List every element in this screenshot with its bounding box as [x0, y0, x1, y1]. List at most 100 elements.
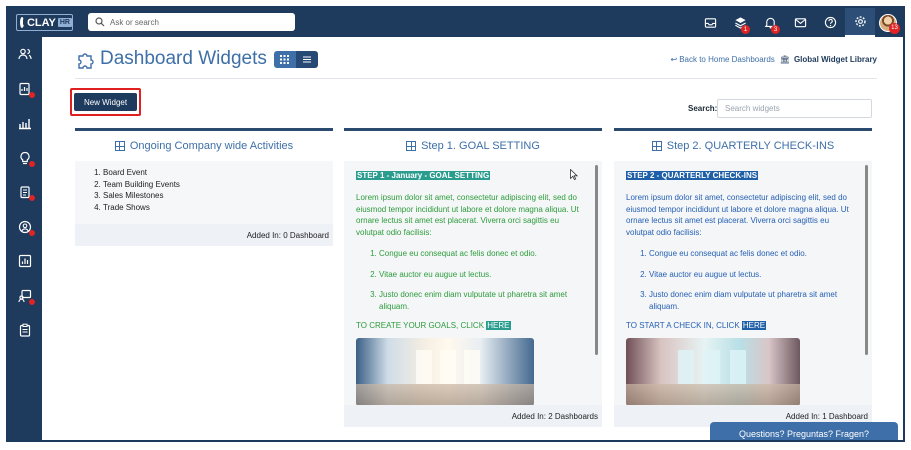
inbox-button[interactable] — [695, 8, 725, 37]
office-lobby-image — [356, 338, 534, 405]
window-shape — [730, 350, 746, 384]
list-item: Vitae auctor eu augue ut lectus. — [649, 269, 858, 281]
sidebar-item-reports[interactable] — [8, 72, 42, 107]
cta-text: TO CREATE YOUR GOALS, CLICK — [356, 321, 485, 330]
cta-here-link[interactable]: HERE — [741, 321, 767, 330]
sidebar-item-people[interactable] — [8, 37, 42, 72]
logo-suffix: HR — [57, 18, 72, 27]
notifications-button[interactable]: 3 — [755, 8, 785, 37]
notification-dot — [29, 91, 35, 98]
window-shape — [440, 350, 456, 384]
list-icon — [302, 56, 311, 62]
card-heading: STEP 1 - January - GOAL SETTING — [356, 171, 491, 180]
activity-list: Board Event Team Building Events Sales M… — [75, 161, 333, 213]
clipboard-icon — [19, 323, 31, 337]
list-view-button[interactable] — [295, 50, 318, 68]
notification-dot — [29, 298, 35, 305]
sidebar-item-documents[interactable] — [8, 175, 42, 210]
search-icon — [95, 17, 105, 27]
list-item: Board Event — [103, 167, 333, 179]
widget-grid-icon — [406, 141, 417, 151]
grid-icon — [280, 54, 290, 64]
avatar-badge: 13 — [889, 22, 900, 34]
logo-text: CLAY — [26, 16, 56, 29]
meeting-room-image — [626, 338, 800, 405]
global-widget-library-link[interactable]: Global Widget Library — [794, 55, 877, 64]
page-title: Dashboard Widgets — [100, 48, 267, 69]
widget-card-ongoing-activities[interactable]: Ongoing Company wide Activities Board Ev… — [75, 128, 333, 246]
floor-shape — [626, 384, 800, 405]
notification-dot — [29, 160, 35, 167]
new-widget-button[interactable]: New Widget — [74, 93, 137, 111]
back-arrow-icon: ↩ — [670, 55, 678, 64]
card-title-text: Ongoing Company wide Activities — [129, 140, 294, 152]
notifications-badge: 3 — [771, 25, 780, 34]
settings-button[interactable] — [845, 8, 875, 37]
window-shape — [678, 350, 694, 384]
help-button[interactable] — [815, 8, 845, 37]
puzzle-icon — [78, 53, 94, 69]
sidebar-item-analytics[interactable] — [8, 106, 42, 141]
card-body: STEP 1 - January - GOAL SETTING Lorem ip… — [344, 161, 602, 405]
sidebar-item-goals[interactable] — [8, 141, 42, 176]
search-label: Search: — [688, 104, 718, 113]
sidebar-item-clipboard[interactable] — [8, 313, 42, 348]
global-search-input[interactable]: Ask or search — [88, 13, 295, 31]
messages-button[interactable] — [785, 8, 815, 37]
widget-card-goal-setting[interactable]: Step 1. GOAL SETTING STEP 1 - January - … — [344, 128, 602, 427]
app-window: CLAY HR Ask or search 1 3 13 Dashboard W… — [6, 6, 905, 442]
widget-search-placeholder: Search widgets — [725, 104, 780, 113]
card-body: STEP 2 - QUARTERLY CHECK-INS Lorem ipsum… — [614, 161, 872, 405]
card-body: Board Event Team Building Events Sales M… — [75, 161, 333, 224]
card-title: Step 1. GOAL SETTING — [344, 131, 602, 161]
library-icon: 🏛 — [779, 55, 790, 64]
grid-view-button[interactable] — [273, 50, 296, 68]
widget-search-input[interactable]: Search widgets — [717, 99, 872, 118]
new-widget-highlight: New Widget — [70, 88, 141, 116]
card-scrollbar[interactable] — [595, 165, 598, 355]
bar-chart-icon — [19, 119, 31, 130]
user-avatar[interactable]: 13 — [879, 13, 900, 34]
main-content: Dashboard Widgets ↩ Back to Home Dashboa… — [42, 37, 903, 440]
card-scrollbar[interactable] — [865, 165, 868, 355]
help-icon — [824, 16, 836, 29]
notification-dot — [29, 229, 35, 236]
card-title: Step 2. QUARTERLY CHECK-INS — [614, 131, 872, 161]
view-toggle — [273, 50, 318, 68]
card-heading: STEP 2 - QUARTERLY CHECK-INS — [626, 171, 759, 180]
floor-shape — [356, 384, 534, 405]
back-to-home-dashboards-link[interactable]: Back to Home Dashboards — [679, 55, 775, 64]
inbox-icon — [704, 18, 716, 28]
help-chat-button[interactable]: Questions? Preguntas? Fragen? — [710, 422, 898, 440]
notification-dot — [29, 195, 35, 201]
card-title-text: Step 1. GOAL SETTING — [421, 140, 540, 152]
window-shape — [416, 350, 432, 384]
sidebar-item-dashboards[interactable] — [8, 244, 42, 279]
mouse-cursor-icon — [570, 169, 578, 180]
sidebar-item-profile[interactable] — [8, 210, 42, 245]
clayhr-logo[interactable]: CLAY HR — [16, 14, 73, 31]
left-sidebar — [8, 37, 42, 440]
sidebar-item-training[interactable] — [8, 279, 42, 314]
global-search-placeholder: Ask or search — [110, 17, 159, 27]
header-divider — [75, 78, 877, 79]
card-title: Ongoing Company wide Activities — [75, 131, 333, 161]
card-paragraph: Lorem ipsum dolor sit amet, consectetur … — [356, 193, 579, 237]
list-item: Congue eu consequat ac felis donec et od… — [379, 248, 588, 260]
card-cta: TO START A CHECK IN, CLICK HERE — [626, 321, 858, 330]
chart-box-icon — [18, 255, 32, 268]
card-footer: Added In: 2 Dashboards — [344, 405, 602, 427]
cta-here-link[interactable]: HERE — [486, 321, 511, 330]
card-cta: TO CREATE YOUR GOALS, CLICK HERE — [356, 321, 588, 330]
widget-card-quarterly-checkins[interactable]: Step 2. QUARTERLY CHECK-INS STEP 2 - QUA… — [614, 128, 872, 427]
gear-icon — [854, 16, 866, 27]
window-shape — [704, 350, 720, 384]
tasks-button[interactable]: 1 — [725, 8, 755, 37]
top-bar: CLAY HR Ask or search 1 3 13 — [8, 8, 903, 37]
card-title-text: Step 2. QUARTERLY CHECK-INS — [666, 140, 835, 152]
list-item: Vitae auctor eu augue ut lectus. — [379, 269, 588, 281]
list-item: Sales Milestones — [103, 190, 333, 202]
widget-grid-icon — [651, 141, 662, 151]
card-list: Congue eu consequat ac felis donec et od… — [626, 248, 858, 312]
card-footer: Added In: 0 Dashboard — [75, 224, 333, 246]
